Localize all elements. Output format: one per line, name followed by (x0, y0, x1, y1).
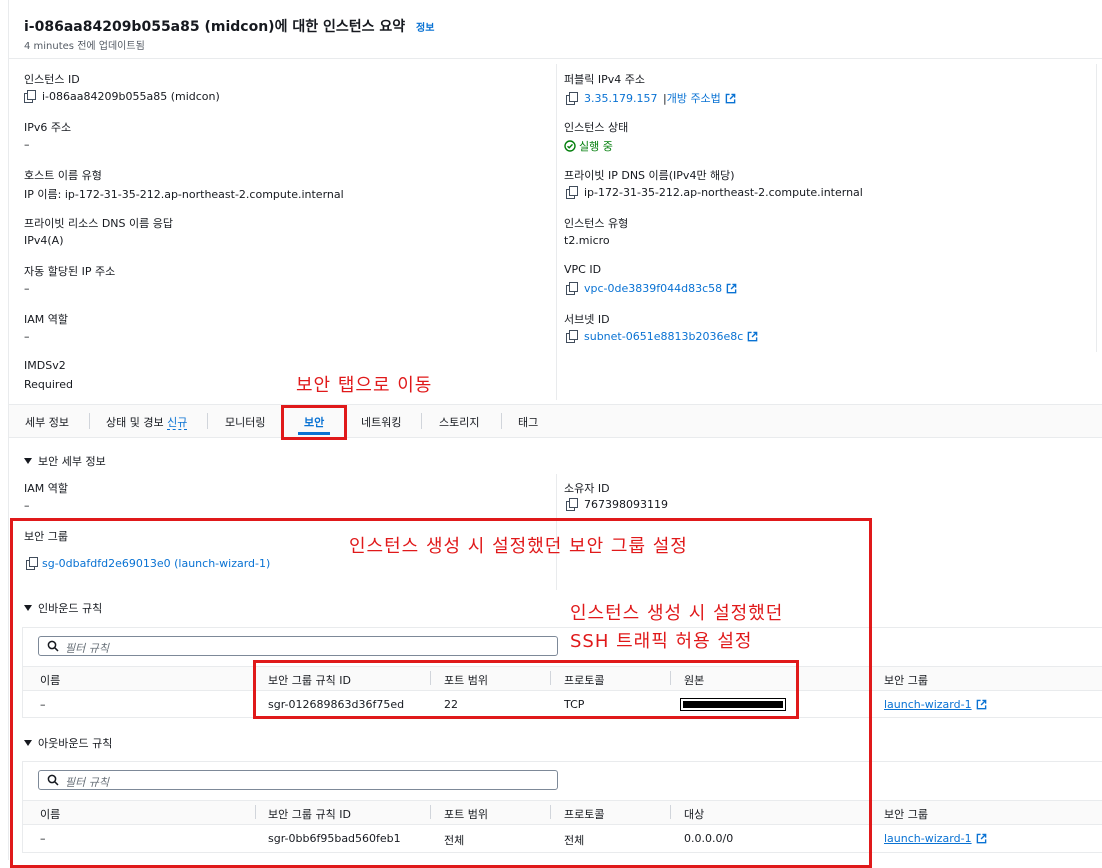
auto-ip-label: 자동 할당된 IP 주소 (24, 265, 116, 278)
copy-icon[interactable] (566, 330, 578, 343)
public-ipv4-text[interactable]: 3.35.179.157 (584, 92, 657, 105)
instance-id-label: 인스턴스 ID (24, 73, 80, 86)
tab-separator (89, 413, 90, 429)
instance-type-value: t2.micro (564, 234, 610, 247)
instance-type-label: 인스턴스 유형 (564, 217, 629, 230)
inbound-col-security-group[interactable]: 보안 그룹 (884, 672, 928, 688)
vpc-id-link[interactable]: vpc-0de3839f044d83c58 (584, 282, 722, 295)
copy-icon[interactable] (566, 282, 578, 295)
public-ipv4-value: 3.35.179.157 |개방 주소법 (566, 90, 736, 106)
page-title: i-086aa84209b055a85 (midcon)에 대한 인스턴스 요약 (24, 19, 406, 35)
external-link-icon[interactable] (747, 331, 758, 342)
tab-storage[interactable]: 스토리지 (439, 414, 479, 430)
summary-column-divider (556, 64, 557, 400)
private-ip-dns-value: ip-172-31-35-212.ap-northeast-2.compute.… (566, 186, 863, 199)
imdsv2-value: Required (24, 378, 73, 391)
annotation-tab-note: 보안 탭으로 이동 (296, 375, 433, 396)
inbound-row-security-group: launch-wizard-1 (884, 698, 987, 711)
outbound-row-security-group: launch-wizard-1 (884, 832, 987, 845)
tab-details[interactable]: 세부 정보 (25, 414, 69, 430)
auto-ip-value: – (24, 282, 30, 295)
subnet-id-value: subnet-0651e8813b2036e8c (566, 330, 758, 343)
owner-id-label: 소유자 ID (564, 482, 610, 495)
outbound-col-security-group[interactable]: 보안 그룹 (884, 806, 928, 822)
security-details-header[interactable]: 보안 세부 정보 (24, 453, 106, 469)
private-ip-dns-text: ip-172-31-35-212.ap-northeast-2.compute.… (584, 186, 863, 199)
private-dns-answer-value: IPv4(A) (24, 234, 64, 247)
hostname-type-value: IP 이름: ip-172-31-35-212.ap-northeast-2.c… (24, 188, 344, 201)
external-link-icon[interactable] (976, 833, 987, 844)
external-link-icon[interactable] (725, 93, 736, 104)
imdsv2-label: IMDSv2 (24, 359, 66, 372)
private-dns-answer-label: 프라이빗 리소스 DNS 이름 응답 (24, 217, 173, 230)
tab-separator (421, 413, 422, 429)
owner-id-text: 767398093119 (584, 498, 668, 511)
annotation-ssh-note-line1: 인스턴스 생성 시 설정했던 (570, 603, 784, 624)
instance-state-text: 실행 중 (579, 140, 613, 153)
instance-id-text: i-086aa84209b055a85 (midcon) (42, 90, 220, 103)
tab-tags[interactable]: 태그 (518, 414, 538, 430)
tab-separator (207, 413, 208, 429)
vpc-id-label: VPC ID (564, 263, 602, 276)
success-check-icon (564, 140, 576, 152)
frame-right (1096, 64, 1097, 352)
owner-id-value: 767398093119 (566, 498, 668, 511)
annotation-sg-note: 인스턴스 생성 시 설정했던 보안 그룹 설정 (349, 536, 688, 557)
subnet-id-label: 서브넷 ID (564, 313, 610, 326)
copy-icon[interactable] (24, 90, 36, 103)
annotation-inbound-rule-box (253, 660, 799, 719)
security-iam-label: IAM 역할 (24, 482, 68, 495)
instance-state-value: 실행 중 (564, 138, 613, 154)
private-ip-dns-label: 프라이빗 IP DNS 이름(IPv4만 해당) (564, 169, 735, 182)
tab-monitoring[interactable]: 모니터링 (225, 414, 265, 430)
annotation-ssh-note-line2: SSH 트래픽 허용 설정 (570, 631, 753, 652)
subnet-id-link[interactable]: subnet-0651e8813b2036e8c (584, 330, 743, 343)
annotation-tab-box (281, 405, 347, 440)
tab-separator (501, 413, 502, 429)
copy-icon[interactable] (566, 186, 578, 199)
updated-timestamp: 4 minutes 전에 업데이트됨 (24, 41, 145, 52)
open-address-link[interactable]: 개방 주소법 (667, 92, 721, 105)
tab-status-alarms[interactable]: 상태 및 경보 신규 (106, 414, 188, 430)
tab-status-label: 상태 및 경보 (106, 416, 164, 429)
external-link-icon[interactable] (726, 283, 737, 294)
tab-networking[interactable]: 네트워킹 (361, 414, 401, 430)
security-iam-value: – (24, 499, 30, 512)
iam-role-value: – (24, 330, 30, 343)
hostname-type-label: 호스트 이름 유형 (24, 169, 102, 182)
vpc-id-value: vpc-0de3839f044d83c58 (566, 282, 737, 295)
ipv6-label: IPv6 주소 (24, 121, 72, 134)
instance-state-label: 인스턴스 상태 (564, 121, 629, 134)
caret-down-icon (24, 458, 32, 464)
security-details-title: 보안 세부 정보 (38, 455, 106, 468)
inbound-sg-link[interactable]: launch-wizard-1 (884, 698, 972, 711)
page-title-row: i-086aa84209b055a85 (midcon)에 대한 인스턴스 요약… (24, 16, 434, 36)
info-link[interactable]: 정보 (416, 23, 434, 34)
ipv6-value: – (24, 138, 30, 151)
external-link-icon[interactable] (976, 699, 987, 710)
copy-icon[interactable] (566, 92, 578, 105)
outbound-sg-link[interactable]: launch-wizard-1 (884, 832, 972, 845)
tabs-bottom-divider (8, 437, 1102, 438)
instance-id-value[interactable]: i-086aa84209b055a85 (midcon) (24, 90, 220, 103)
iam-role-label: IAM 역할 (24, 313, 68, 326)
public-ipv4-label: 퍼블릭 IPv4 주소 (564, 73, 645, 86)
copy-icon[interactable] (566, 498, 578, 511)
header-divider (8, 58, 1102, 59)
new-badge: 신규 (167, 416, 188, 430)
